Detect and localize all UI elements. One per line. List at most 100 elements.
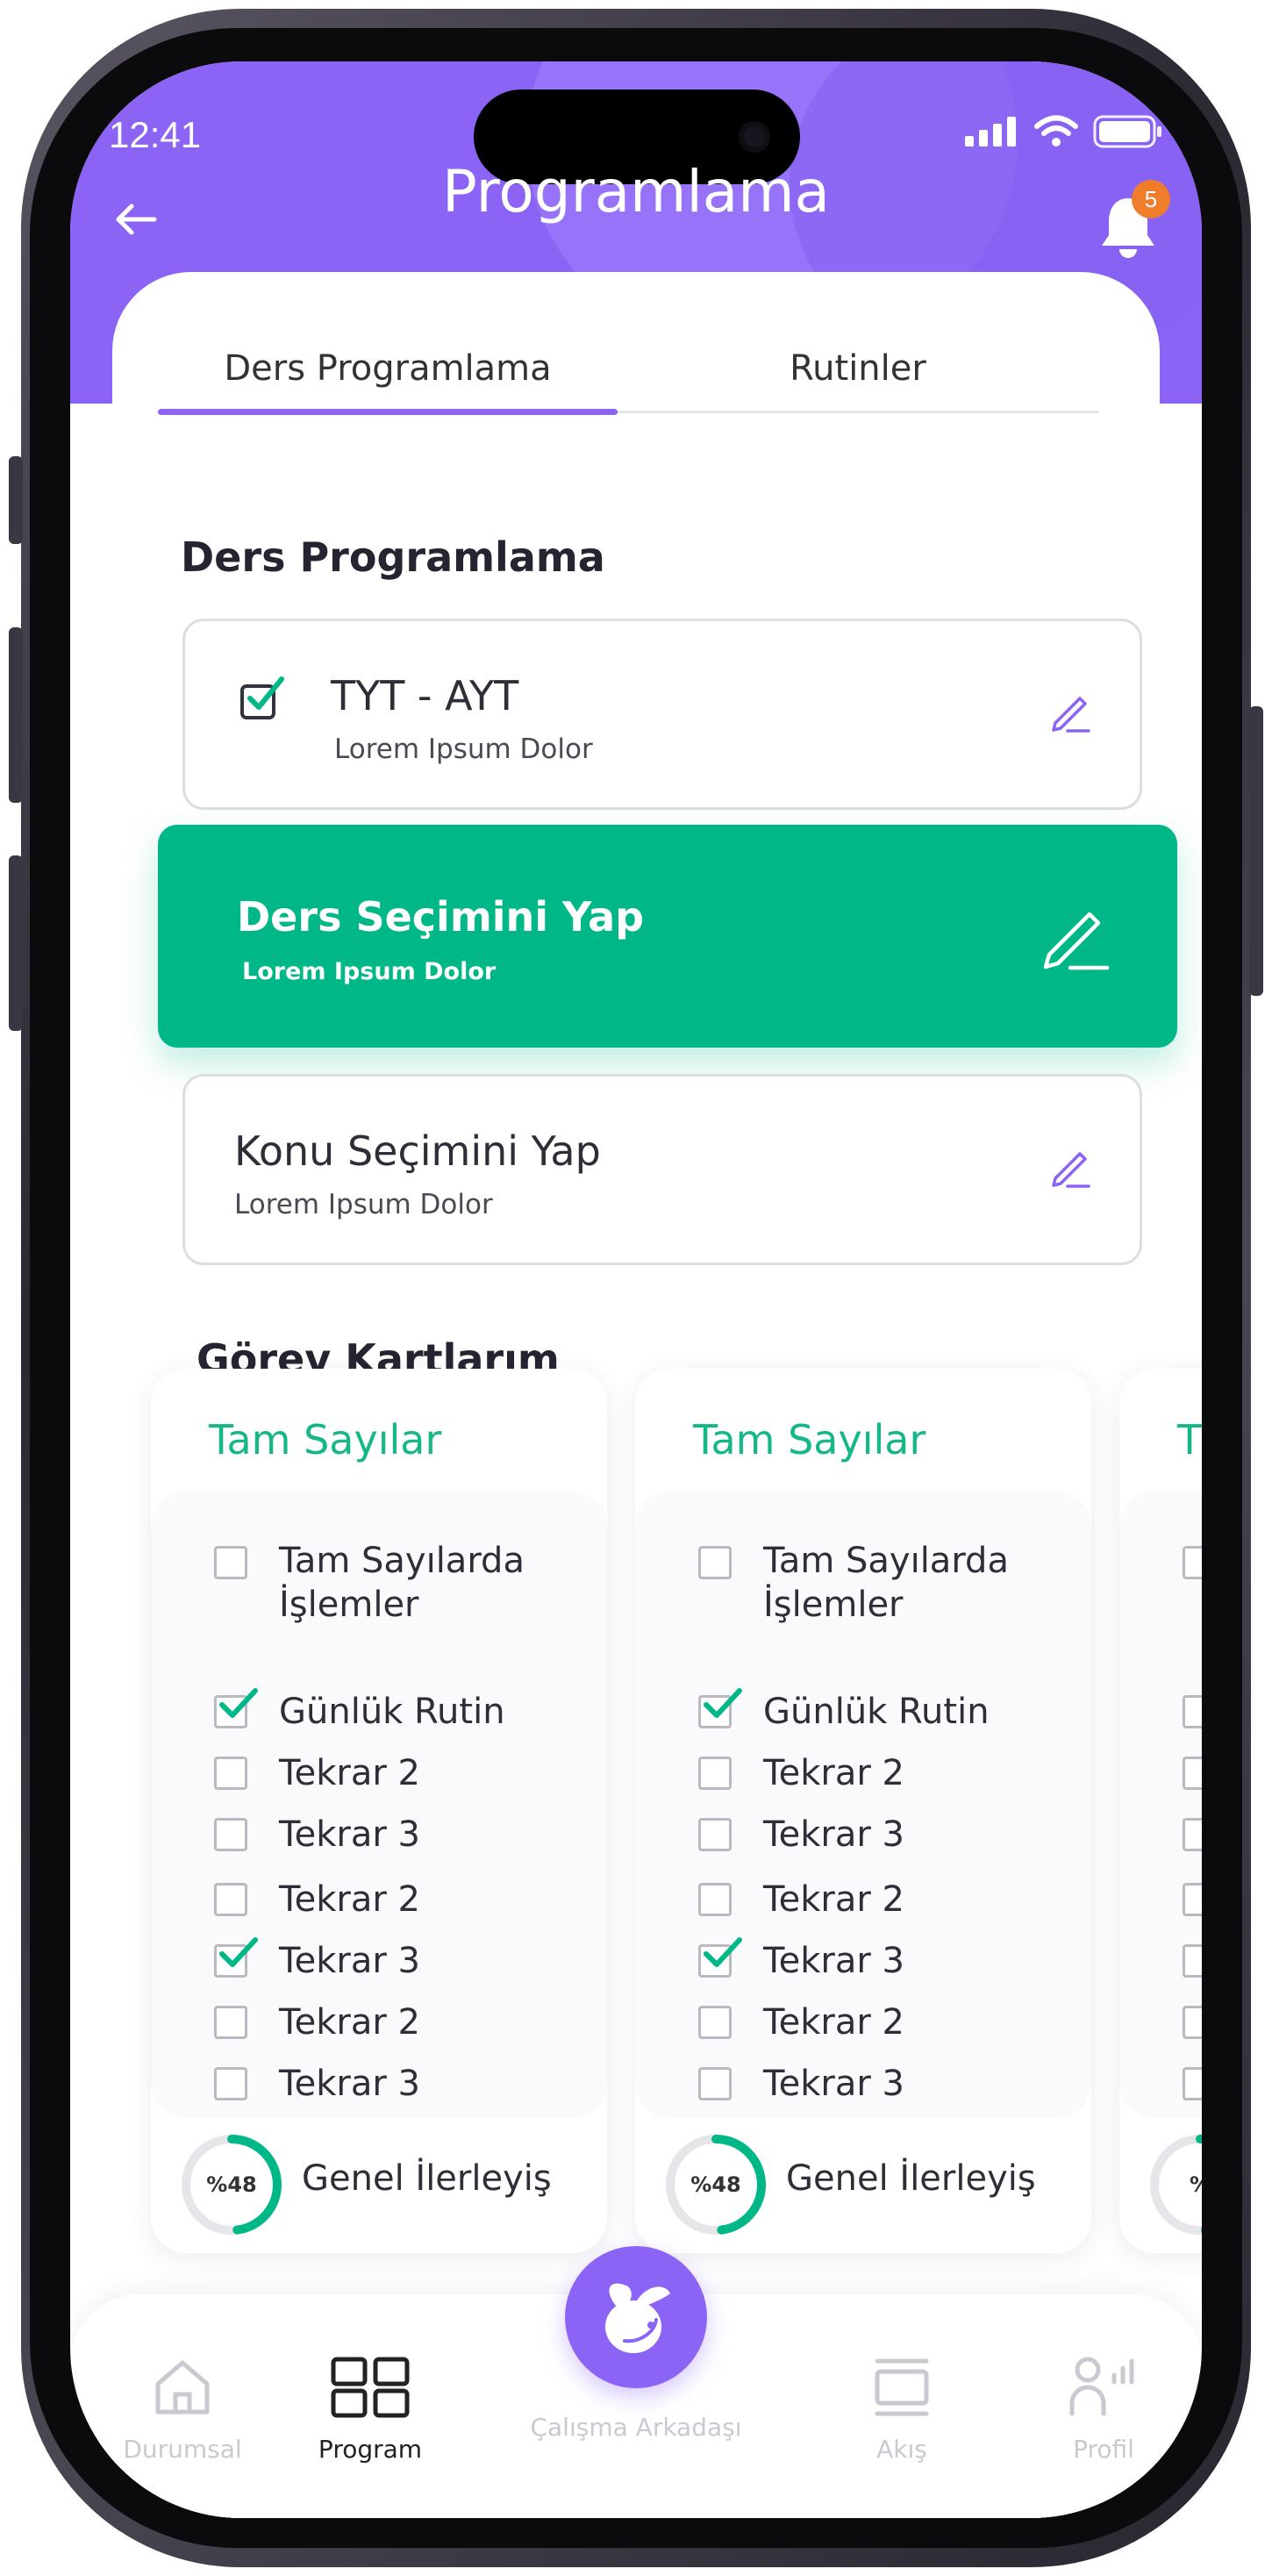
study-buddy-button[interactable]: [565, 2246, 707, 2388]
checkbox-checked-icon[interactable]: [239, 674, 292, 721]
battery-icon: [1093, 115, 1161, 148]
power-button: [1249, 706, 1263, 996]
progress-label: Genel İlerleyiş: [786, 2158, 1036, 2199]
task-checkbox[interactable]: [1183, 1757, 1202, 1790]
progress-row: %: [1147, 2132, 1202, 2237]
camera: [739, 121, 770, 153]
progress-row: %48 Genel İlerleyiş: [179, 2132, 600, 2237]
progress-label: Genel İlerleyiş: [302, 2158, 552, 2199]
feed-icon: [875, 2358, 929, 2416]
edit-pencil-icon[interactable]: [1037, 898, 1112, 974]
check-icon: [704, 1688, 742, 1718]
task-checkbox-checked[interactable]: [1183, 1944, 1202, 1978]
card-title: TYT - AYT: [331, 672, 519, 719]
task-checkbox[interactable]: [698, 1818, 732, 1851]
nav-label: Durumsal: [123, 2435, 242, 2464]
task-checkbox[interactable]: [1183, 1818, 1202, 1851]
card-title: Konu Seçimini Yap: [234, 1127, 601, 1175]
nav-item-profil[interactable]: Profil: [1007, 2294, 1200, 2518]
task-list-panel: Tam Sayılarda İşlemler Günlük Rutin Tekra…: [151, 1492, 607, 2118]
notification-badge: 5: [1132, 180, 1170, 218]
task-checkbox-checked[interactable]: [698, 1688, 742, 1728]
progress-percent: %: [1147, 2132, 1202, 2237]
task-checkbox[interactable]: [698, 2067, 732, 2100]
task-label: Günlük Rutin: [279, 1692, 505, 1732]
task-label: Tam Sayılarda İşlemler: [763, 1541, 1009, 1625]
card-subtitle: Lorem Ipsum Dolor: [242, 958, 497, 985]
task-checkbox[interactable]: [214, 1546, 247, 1579]
task-card[interactable]: Tam Sayılar Tam Sayılarda İşlemler Günlük…: [151, 1369, 607, 2253]
check-icon: [704, 1937, 742, 1967]
task-checkbox[interactable]: [214, 1818, 247, 1851]
nav-item-durumsal[interactable]: Durumsal: [86, 2294, 279, 2518]
task-checkbox[interactable]: [698, 2006, 732, 2039]
task-checkbox[interactable]: [698, 1757, 732, 1790]
task-checkbox[interactable]: [1183, 2067, 1202, 2100]
task-label: Tekrar 2: [763, 1753, 904, 1793]
volume-down-button: [9, 855, 23, 1031]
task-card-title: T: [1177, 1416, 1202, 1463]
check-icon: [219, 1937, 258, 1967]
tab-ders-programlama[interactable]: Ders Programlama: [158, 325, 618, 412]
task-card-title: Tam Sayılar: [693, 1416, 926, 1463]
progress-row: %48 Genel İlerleyiş: [663, 2132, 1084, 2237]
study-buddy-label: Çalışma Arkadaşı: [530, 2413, 742, 2442]
edit-pencil-icon[interactable]: [1047, 688, 1094, 735]
task-checkbox[interactable]: [1183, 1883, 1202, 1916]
grid-icon: [331, 2357, 410, 2418]
signal-icon: [965, 117, 1016, 147]
mute-switch: [9, 456, 23, 544]
task-card-partial[interactable]: T %: [1119, 1369, 1202, 2253]
task-list-panel: [1119, 1492, 1202, 2118]
profile-icon: [1069, 2357, 1134, 2415]
task-checkbox[interactable]: [214, 1757, 247, 1790]
task-checkbox-checked[interactable]: [698, 1937, 742, 1978]
app-screen: 12:41 Programlama 5 Ders Programlama Rut…: [70, 61, 1202, 2518]
nav-label: Program: [318, 2435, 423, 2464]
wifi-icon: [1034, 115, 1078, 147]
task-checkbox-checked[interactable]: [214, 1688, 258, 1728]
nav-label: Akış: [876, 2435, 927, 2464]
check-icon: [219, 1688, 258, 1718]
task-label: Tekrar 3: [279, 1941, 420, 1981]
status-time: 12:41: [109, 114, 202, 155]
task-label: Tekrar 2: [279, 1753, 420, 1793]
task-label: Tekrar 3: [763, 1814, 904, 1855]
edit-pencil-icon[interactable]: [1047, 1143, 1094, 1191]
program-card-konu-secimi[interactable]: Konu Seçimini Yap Lorem Ipsum Dolor: [182, 1074, 1142, 1265]
section-title-ders-programlama: Ders Programlama: [181, 533, 605, 581]
task-label: Günlük Rutin: [763, 1692, 990, 1732]
task-checkbox-checked[interactable]: [214, 1937, 258, 1978]
card-subtitle: Lorem Ipsum Dolor: [234, 1189, 493, 1220]
task-card-title: Tam Sayılar: [209, 1416, 442, 1463]
task-checkbox[interactable]: [214, 2006, 247, 2039]
task-checkbox[interactable]: [214, 1883, 247, 1916]
task-checkbox[interactable]: [214, 2067, 247, 2100]
task-label: Tekrar 3: [279, 1814, 420, 1855]
tab-bar: Ders Programlama Rutinler: [158, 325, 1098, 415]
rabbit-logo-icon: [605, 2283, 670, 2353]
nav-item-program[interactable]: Program: [274, 2294, 467, 2518]
task-label: Tekrar 3: [763, 1941, 904, 1981]
task-label: Tekrar 2: [279, 1879, 420, 1920]
task-checkbox[interactable]: [698, 1546, 732, 1579]
task-label: Tekrar 3: [763, 2064, 904, 2104]
home-icon: [155, 2360, 210, 2415]
tab-rutinler[interactable]: Rutinler: [618, 325, 1098, 412]
nav-item-akis[interactable]: Akış: [805, 2294, 998, 2518]
task-checkbox-checked[interactable]: [1183, 1695, 1202, 1728]
task-checkbox[interactable]: [1183, 1546, 1202, 1579]
page-title: Programlama: [442, 158, 830, 225]
task-checkbox[interactable]: [1183, 2006, 1202, 2039]
task-list-panel: Tam Sayılarda İşlemler Günlük Rutin Tekra…: [635, 1492, 1091, 2118]
task-label: Tam Sayılarda İşlemler: [279, 1541, 525, 1625]
task-label: Tekrar 2: [279, 2002, 420, 2043]
program-card-tyt-ayt[interactable]: TYT - AYT Lorem Ipsum Dolor: [182, 619, 1142, 810]
program-card-ders-secimi[interactable]: Ders Seçimini Yap Lorem Ipsum Dolor: [158, 825, 1177, 1048]
task-card[interactable]: Tam Sayılar Tam Sayılarda İşlemler Günlük…: [635, 1369, 1091, 2253]
volume-up-button: [9, 627, 23, 803]
task-label: Tekrar 3: [279, 2064, 420, 2104]
task-checkbox[interactable]: [698, 1883, 732, 1916]
status-icons: [965, 114, 1163, 149]
task-label: Tekrar 2: [763, 2002, 904, 2043]
